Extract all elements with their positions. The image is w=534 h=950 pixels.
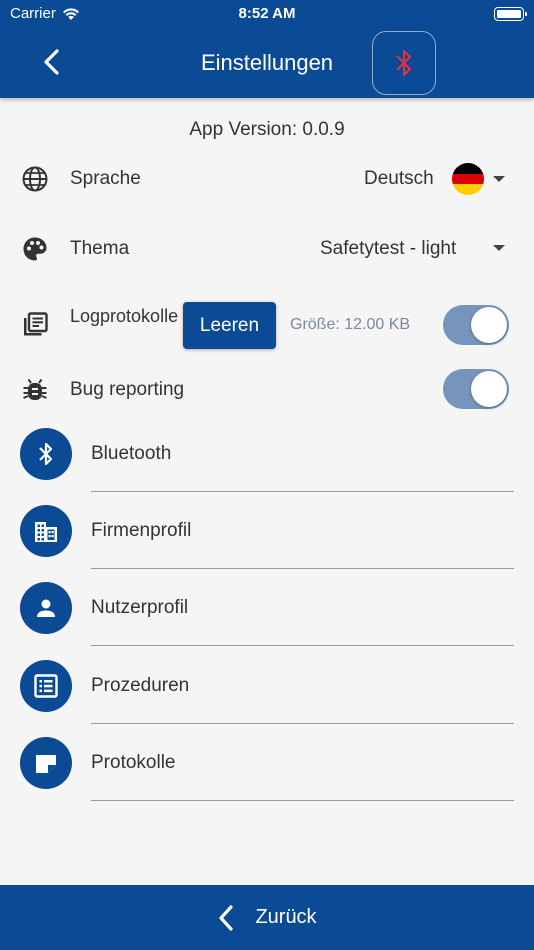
divider (91, 568, 514, 569)
palette-icon (21, 235, 49, 263)
theme-dropdown-arrow-icon[interactable] (493, 245, 505, 251)
note-icon (20, 737, 72, 789)
menu-item-user-profile[interactable]: Nutzerprofil (0, 582, 534, 660)
bluetooth-disconnected-icon (396, 49, 412, 77)
bug-icon (21, 376, 49, 404)
clear-logs-button[interactable]: Leeren (183, 302, 276, 349)
globe-icon (21, 165, 49, 193)
divider (91, 645, 514, 646)
status-bar: Carrier 8:52 AM (0, 0, 534, 28)
log-label: Logprotokolle (70, 306, 179, 326)
log-toggle[interactable] (443, 305, 509, 345)
bug-reporting-toggle[interactable] (443, 369, 509, 409)
menu-item-company-profile[interactable]: Firmenprofil (0, 505, 534, 583)
bug-reporting-label: Bug reporting (70, 379, 185, 400)
menu-item-procedures[interactable]: Prozeduren (0, 660, 534, 738)
menu-item-label: Prozeduren (91, 675, 190, 696)
toggle-knob (471, 371, 507, 407)
battery-icon (494, 7, 527, 21)
menu-item-bluetooth[interactable]: Bluetooth (0, 428, 534, 506)
toggle-knob (471, 307, 507, 343)
footer-back-label: Zurück (255, 906, 317, 928)
menu-item-label: Protokolle (91, 752, 176, 773)
chevron-left-icon (219, 904, 234, 931)
person-icon (20, 582, 72, 634)
log-icon (21, 311, 49, 339)
divider (91, 800, 514, 801)
page-title: Einstellungen (200, 50, 334, 75)
divider (91, 491, 514, 492)
theme-select-value[interactable]: Safetytest - light (320, 238, 456, 260)
language-label: Sprache (70, 168, 141, 189)
building-icon (20, 505, 72, 557)
menu-item-label: Firmenprofil (91, 520, 192, 541)
app-version: App Version: 0.0.9 (189, 119, 345, 140)
list-icon (20, 660, 72, 712)
bluetooth-icon (20, 428, 72, 480)
german-flag-icon (452, 163, 484, 195)
language-select-value[interactable]: Deutsch (364, 168, 434, 190)
language-dropdown-arrow-icon[interactable] (493, 176, 505, 182)
footer-back-button[interactable]: Zurück (0, 885, 534, 950)
menu-item-label: Nutzerprofil (91, 597, 189, 618)
divider (91, 723, 514, 724)
clock: 8:52 AM (238, 5, 296, 22)
app-header: Carrier 8:52 AM Einstellungen (0, 0, 534, 98)
menu-item-label: Bluetooth (91, 443, 172, 464)
menu-item-protocols[interactable]: Protokolle (0, 737, 534, 815)
log-size-text: Größe: 12.00 KB (290, 316, 411, 333)
bluetooth-status-button[interactable] (372, 31, 436, 95)
theme-label: Thema (70, 238, 130, 259)
